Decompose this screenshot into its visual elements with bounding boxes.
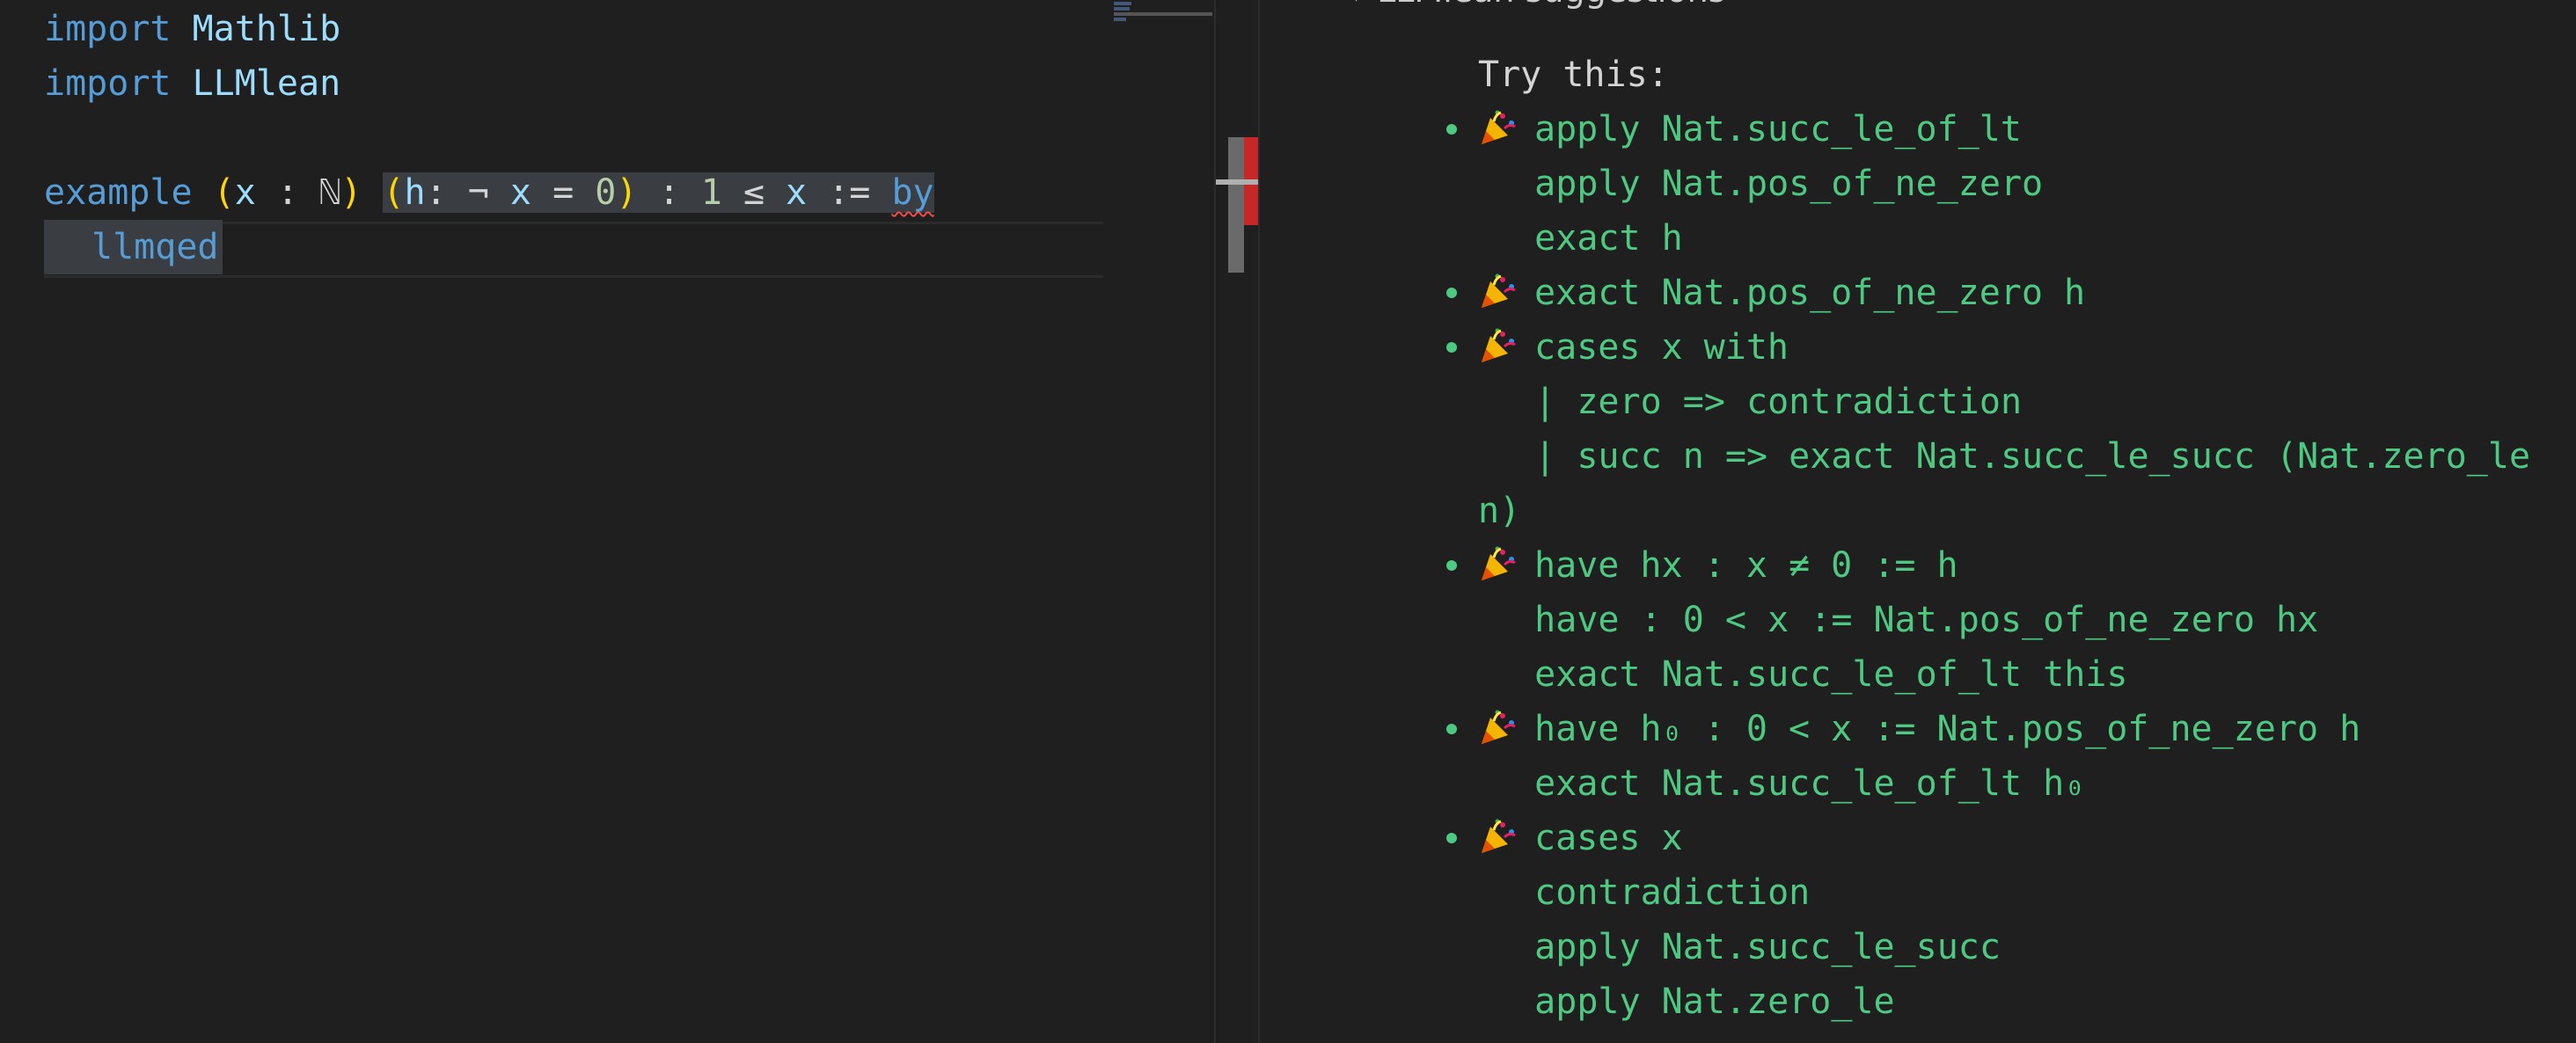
variable: x [786,172,808,213]
suggestion-item[interactable]: apply Nat.succ_le_of_lt [1534,102,2022,157]
suggestion-continuation[interactable]: have : 0 < x := Nat.pos_of_ne_zero hx [1492,593,2318,647]
suggestion-continuation[interactable]: | zero => contradiction [1492,375,2022,429]
paren: ( [383,172,405,213]
suggestion-bullet [1446,124,1457,135]
suggestion-continuation[interactable]: exact Nat.succ_le_of_lt this [1492,647,2127,702]
colon: : [637,172,701,213]
llmqed-tactic: llmqed [91,227,219,267]
party-popper-icon [1478,327,1517,366]
suggestion-continuation[interactable]: contradiction [1492,865,1810,920]
vscode-window: import Mathlib import LLMlean example (x… [0,0,2576,1043]
suggestion-bullet [1446,342,1457,353]
scrollbar-thumb[interactable] [1228,137,1244,273]
assign: := [807,172,892,213]
code-editor[interactable]: import Mathlib import LLMlean example (x… [0,0,1258,1043]
equals: = [531,172,596,213]
variable: x [234,172,256,213]
number: 1 [700,172,722,213]
suggestion-item[interactable]: cases x [1534,811,1683,865]
party-popper-icon [1478,545,1517,584]
example-keyword: example [44,172,193,213]
suggestion-bullet [1446,560,1457,571]
suggestion-continuation[interactable]: apply Nat.pos_of_ne_zero [1492,157,2043,211]
variable: x [509,172,531,213]
cursor-position-marker [1216,179,1258,185]
party-popper-icon [1478,273,1517,311]
tactic-line[interactable]: llmqed [44,220,223,274]
paren: ) [616,172,638,213]
suggestion-item[interactable]: have h₀ : 0 < x := Nat.pos_of_ne_zero h [1534,702,2360,756]
type: ℕ [319,172,341,213]
le: ≤ [721,172,787,213]
suggestion-bullet [1446,724,1457,734]
suggestion-bullet [1446,833,1457,843]
suggestion-bullet [1446,288,1457,298]
lean-infoview[interactable]: ▾ LLMlean suggestions Try this: apply Nat… [1258,0,2576,1043]
code-line-4[interactable]: example (x : ℕ) (h: ¬ x = 0) : 1 ≤ x := … [44,165,934,220]
paren: ( [213,172,235,213]
module-name: LLMlean [192,63,341,104]
party-popper-icon [1478,709,1517,748]
module-name: Mathlib [192,9,341,49]
code-line-1[interactable]: import Mathlib [44,2,340,56]
hypothesis-rest: : ¬ [425,172,510,213]
by-keyword-error: by [891,172,934,213]
code-line-2[interactable]: import LLMlean [44,56,340,111]
selection-highlight: (h: ¬ x = 0) : 1 ≤ x := by [383,172,934,213]
paren: ) [340,172,362,213]
section-title: LLMlean suggestions [1377,0,1725,10]
collapse-triangle-icon[interactable]: ▾ [1348,0,1365,12]
suggestions-header[interactable]: ▾ LLMlean suggestions [1348,0,1725,12]
hypothesis: h [404,172,426,213]
colon: : [255,172,320,213]
suggestion-item[interactable]: cases x with [1534,320,1789,375]
minimap[interactable] [1110,0,1214,35]
suggestion-item[interactable]: have hx : x ≠ 0 := h [1534,538,1958,593]
suggestion-item[interactable]: exact Nat.pos_of_ne_zero h [1534,266,2085,320]
suggestion-continuation[interactable]: apply Nat.zero_le [1492,974,1894,1029]
suggestion-continuation[interactable]: n) [1478,484,1520,538]
import-keyword: import [44,9,172,49]
suggestion-continuation[interactable]: exact h [1492,211,1683,266]
party-popper-icon [1478,109,1517,148]
suggestion-continuation[interactable]: apply Nat.succ_le_succ [1492,920,2001,974]
number: 0 [595,172,617,213]
try-this-label: Try this: [1478,55,1669,95]
suggestion-continuation[interactable]: exact Nat.succ_le_of_lt h₀ [1492,756,2085,811]
party-popper-icon [1478,818,1517,857]
import-keyword: import [44,63,172,104]
suggestion-continuation[interactable]: | succ n => exact Nat.succ_le_succ (Nat.… [1492,429,2530,484]
